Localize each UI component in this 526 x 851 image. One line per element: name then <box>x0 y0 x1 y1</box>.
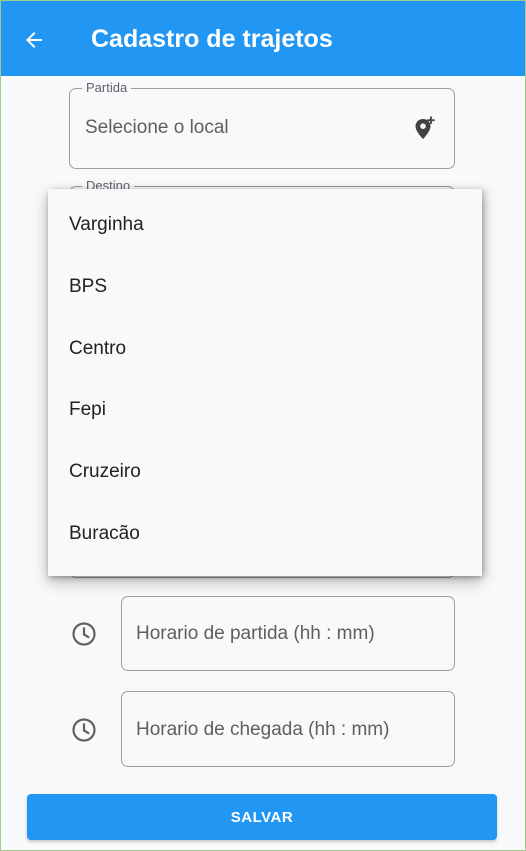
dropdown-item[interactable]: Cruzeiro <box>48 441 482 503</box>
arrow-left-icon <box>26 32 42 48</box>
dropdown-item[interactable]: Varginha <box>48 194 482 256</box>
horario-chegada-placeholder: Horario de chegada (hh : mm) <box>136 719 390 740</box>
horario-partida-placeholder: Horario de partida (hh : mm) <box>136 623 375 644</box>
dropdown-item[interactable]: BPS <box>48 256 482 318</box>
clock-icon <box>72 622 96 646</box>
dropdown-item[interactable]: Centro <box>48 318 482 380</box>
app-bar: Cadastro de trajetos <box>0 0 526 76</box>
dropdown-item-label: Centro <box>69 338 127 359</box>
dropdown-item[interactable]: Buracão <box>48 503 482 565</box>
partida-label: Partida <box>82 80 132 96</box>
clock-icon <box>72 718 96 742</box>
add-location-icon[interactable] <box>410 113 440 143</box>
partida-field[interactable]: Partida Selecione o local <box>69 80 455 169</box>
horario-partida-field[interactable]: Horario de partida (hh : mm) <box>121 596 455 671</box>
page-title: Cadastro de trajetos <box>91 25 333 53</box>
dropdown-item-label: BPS <box>69 276 108 297</box>
dropdown-item-label: Fepi <box>69 399 106 420</box>
save-button[interactable]: SALVAR <box>27 794 497 840</box>
back-button[interactable] <box>14 20 54 60</box>
dropdown-item[interactable]: Fepi <box>48 379 482 441</box>
dropdown-item-label: Varginha <box>69 214 144 235</box>
horario-chegada-field[interactable]: Horario de chegada (hh : mm) <box>121 691 455 767</box>
save-button-label: SALVAR <box>230 808 294 826</box>
destino-dropdown-menu[interactable]: Varginha BPS Centro Fepi Cruzeiro Buracã… <box>48 189 482 576</box>
dropdown-item-label: Buracão <box>69 523 140 544</box>
partida-placeholder: Selecione o local <box>85 117 229 138</box>
dropdown-item-label: Cruzeiro <box>69 461 141 482</box>
